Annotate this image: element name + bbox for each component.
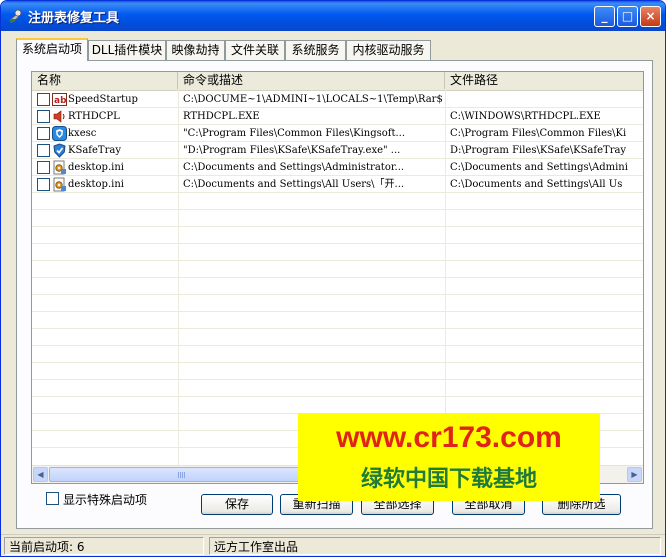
maximize-button[interactable]: □ [617,6,638,27]
scroll-left-button[interactable]: ◀ [33,467,48,482]
column-header-command[interactable]: 命令或描述 [178,72,445,89]
status-author: 远方工作室出品 [209,537,661,555]
watermark-banner: www.cr173.com 绿软中国下载基地 [298,413,600,501]
row-checkbox[interactable] [37,127,50,140]
row-name: kxesc [68,128,97,139]
app-window: 注册表修复工具 _ □ × 系统启动项 DLL插件模块 映像劫持 文件关联 系统… [0,0,666,557]
row-checkbox[interactable] [37,161,50,174]
ini-settings-icon [53,177,66,192]
wrench-icon [9,9,22,24]
table-row[interactable]: RTHDCPL RTHDCPL.EXE C:\WINDOWS\RTHDCPL.E… [32,108,643,125]
tab-file-association[interactable]: 文件关联 [225,40,285,60]
row-checkbox[interactable] [37,178,50,191]
row-command: C:\Documents and Settings\All Users\「开..… [183,179,405,190]
title-bar[interactable]: 注册表修复工具 _ □ × [1,1,665,31]
status-count-value: 6 [76,540,85,554]
row-path: C:\WINDOWS\RTHDCPL.EXE [450,111,601,122]
ab-registry-icon: ab [52,93,67,106]
row-path: C:\Program Files\Common Files\Ki [450,128,627,139]
ksafe-shield-icon [53,143,66,158]
status-count: 当前启动项: 6 [4,537,204,555]
row-name: RTHDCPL [68,111,120,122]
watermark-url: www.cr173.com [336,421,562,454]
list-header: 名称 命令或描述 文件路径 [32,72,643,91]
kingsoft-shield-icon [52,126,67,141]
tab-system-services[interactable]: 系统服务 [285,40,346,60]
minimize-button[interactable]: _ [594,6,615,27]
status-bar: 当前启动项: 6 远方工作室出品 [1,534,665,556]
table-row[interactable]: KSafeTray "D:\Program Files\KSafe\KSafeT… [32,142,643,159]
row-command: RTHDCPL.EXE [183,111,260,122]
row-name: SpeedStartup [68,94,138,105]
status-count-label: 当前启动项: [9,540,74,554]
row-command: C:\Documents and Settings\Administrator.… [183,162,405,173]
row-name: KSafeTray [68,145,121,156]
table-row[interactable]: ab SpeedStartup C:\DOCUME~1\ADMINI~1\LOC… [32,91,643,108]
scroll-right-button[interactable]: ▶ [627,467,642,482]
tab-dll-plugins[interactable]: DLL插件模块 [88,40,166,60]
tab-image-hijack[interactable]: 映像劫持 [166,40,225,60]
table-row[interactable]: kxesc "C:\Program Files\Common Files\Kin… [32,125,643,142]
close-icon: × [645,9,656,23]
svg-text:ab: ab [54,96,67,106]
row-command: C:\DOCUME~1\ADMINI~1\LOCALS~1\Temp\Rar$.… [183,94,443,105]
row-checkbox[interactable] [37,110,50,123]
row-path [450,91,643,108]
tab-startup[interactable]: 系统启动项 [16,38,88,61]
save-button[interactable]: 保存 [201,494,273,515]
ini-settings-icon [53,160,66,175]
row-path: D:\Program Files\KSafe\KSafeTray [450,145,627,156]
show-special-label: 显示特殊启动项 [63,493,148,507]
table-row[interactable]: desktop.ini C:\Documents and Settings\Al… [32,176,643,193]
row-command: "D:\Program Files\KSafe\KSafeTray.exe" .… [183,145,401,156]
minimize-icon: _ [601,9,608,23]
column-header-name[interactable]: 名称 [32,72,178,89]
tab-kernel-drivers[interactable]: 内核驱动服务 [346,40,431,60]
scroll-thumb[interactable] [49,467,314,482]
window-title: 注册表修复工具 [28,11,120,26]
row-path: C:\Documents and Settings\Admini [450,162,628,173]
row-name: desktop.ini [68,162,124,173]
speaker-icon [53,110,65,123]
row-name: desktop.ini [68,179,124,190]
watermark-text: 绿软中国下载基地 [360,467,537,492]
table-row[interactable]: desktop.ini C:\Documents and Settings\Ad… [32,159,643,176]
show-special-checkbox[interactable] [46,492,59,505]
row-checkbox[interactable] [37,144,50,157]
row-path: C:\Documents and Settings\All Us [450,179,623,190]
column-header-path[interactable]: 文件路径 [445,72,643,89]
maximize-icon: □ [621,9,634,23]
row-checkbox[interactable] [37,93,50,106]
close-button[interactable]: × [640,6,661,27]
row-command: "C:\Program Files\Common Files\Kingsoft.… [183,128,406,139]
